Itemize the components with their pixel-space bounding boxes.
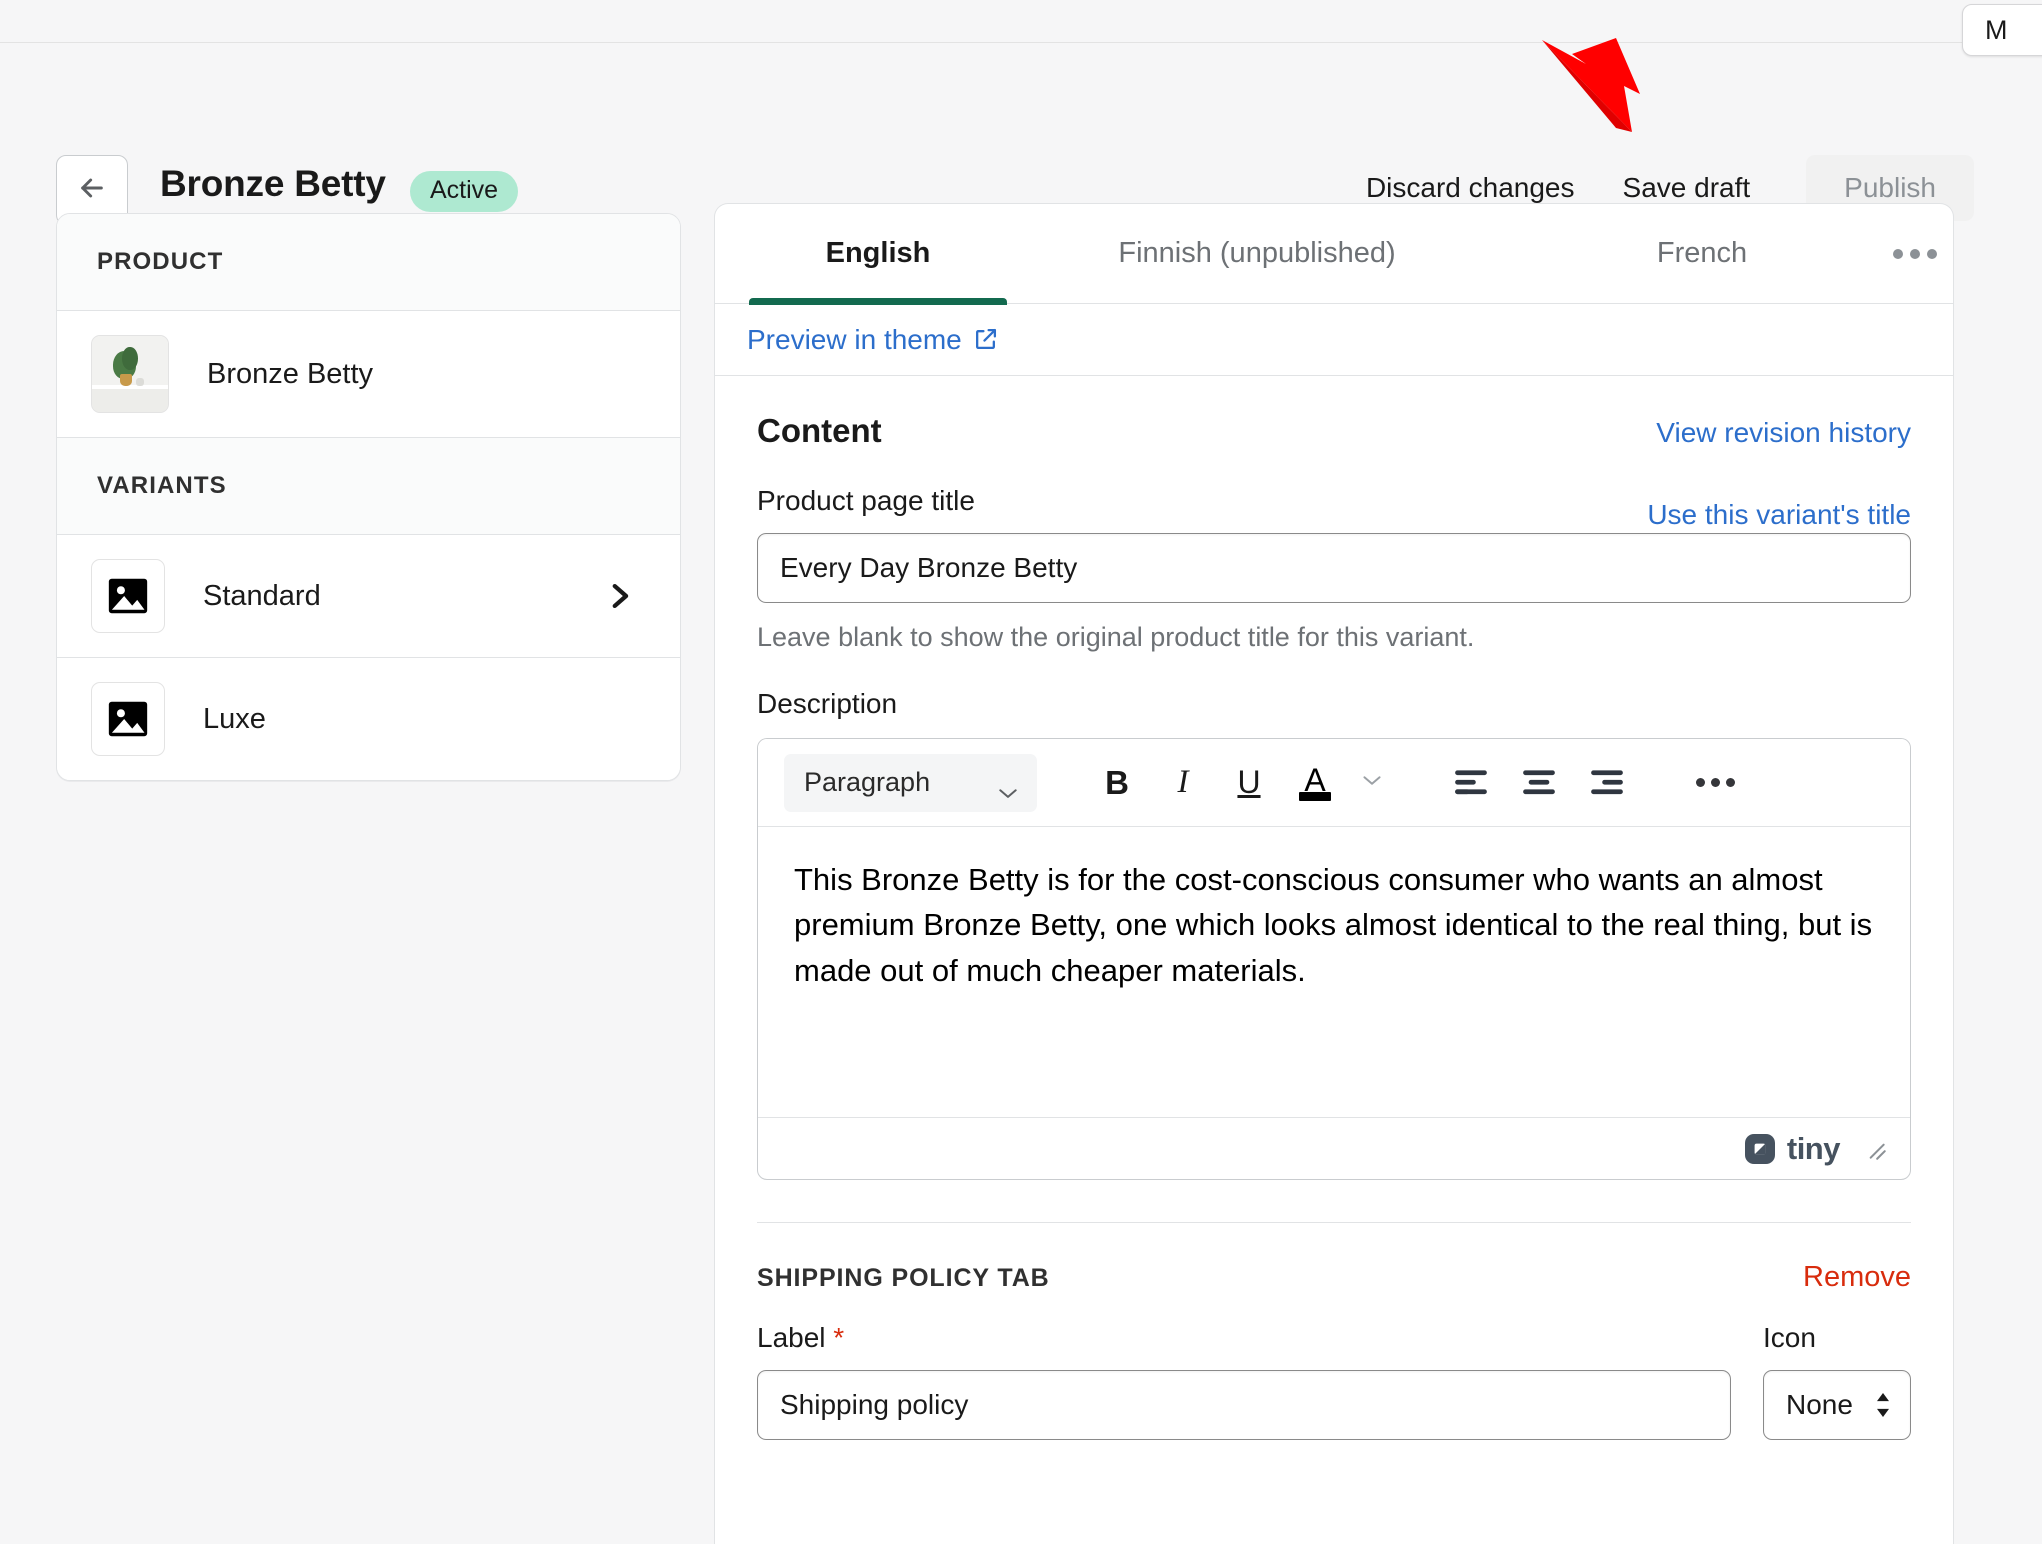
product-sidebar: PRODUCT Bronze Betty VARIANTS Standard L… — [56, 213, 681, 781]
label-field-text: Label — [757, 1322, 826, 1353]
icon-field-group: Icon None — [1763, 1322, 1911, 1440]
tiny-brand[interactable]: tiny — [1742, 1130, 1841, 1167]
bold-button[interactable]: B — [1089, 754, 1145, 812]
tab-english[interactable]: English — [743, 204, 1013, 305]
required-marker: * — [833, 1322, 845, 1353]
content-title: Content — [757, 412, 882, 449]
text-color-dropdown[interactable] — [1353, 754, 1391, 812]
external-link-icon — [973, 327, 998, 352]
tabs-more-button[interactable] — [1893, 204, 1937, 304]
up-down-chevron-icon — [1874, 1390, 1892, 1420]
shipping-policy-kicker: SHIPPING POLICY TAB — [757, 1264, 1050, 1292]
sidebar-item-variant-standard[interactable]: Standard — [57, 535, 680, 658]
icon-field-label: Icon — [1763, 1322, 1816, 1353]
product-title-label-row: Product page title Use this variant's ti… — [757, 450, 1911, 530]
description-body[interactable]: This Bronze Betty is for the cost-consci… — [758, 827, 1910, 1117]
align-left-button[interactable] — [1443, 754, 1499, 812]
text-color-swatch — [1299, 791, 1331, 801]
page-title: Bronze Betty — [160, 163, 386, 204]
editor-resize-handle[interactable] — [1862, 1136, 1888, 1162]
ellipsis-icon — [1693, 778, 1738, 787]
image-placeholder-icon — [91, 682, 165, 756]
main-panel: English Finnish (unpublished) French Pre… — [714, 203, 1954, 1544]
sidebar-section-variants: VARIANTS — [57, 438, 680, 535]
tiny-logo-icon — [1742, 1131, 1778, 1167]
content-header-row: Content View revision history — [757, 412, 1911, 450]
preview-in-theme-link[interactable]: Preview in theme — [747, 324, 998, 356]
image-placeholder-icon — [91, 559, 165, 633]
text-color-glyph: A — [1304, 761, 1326, 798]
align-center-button[interactable] — [1511, 754, 1567, 812]
editor-toolbar: Paragraph B I U A — [758, 739, 1910, 827]
chevron-down-icon — [1361, 774, 1383, 792]
product-page-title-help: Leave blank to show the original product… — [757, 622, 1475, 652]
sidebar-item-label: Luxe — [203, 702, 266, 735]
shipping-policy-fields: Label * Icon None — [757, 1322, 1911, 1440]
description-editor: Paragraph B I U A This Bronze Betty is f… — [757, 738, 1911, 1180]
sidebar-item-product-bronze-betty[interactable]: Bronze Betty — [57, 311, 680, 438]
tab-finnish[interactable]: Finnish (unpublished) — [1057, 204, 1457, 304]
sidebar-item-label: Bronze Betty — [207, 357, 374, 390]
arrow-left-icon — [76, 172, 108, 209]
product-page-title-label: Product page title — [757, 485, 975, 516]
format-select-value: Paragraph — [804, 767, 931, 797]
sidebar-item-variant-luxe[interactable]: Luxe — [57, 658, 680, 780]
underline-button[interactable]: U — [1221, 754, 1277, 812]
chevron-down-icon — [997, 776, 1019, 798]
view-revision-history-link[interactable]: View revision history — [1656, 417, 1911, 449]
editor-more-button[interactable] — [1685, 754, 1745, 812]
shipping-policy-header-row: SHIPPING POLICY TAB Remove — [757, 1261, 1911, 1294]
preview-link-label: Preview in theme — [747, 323, 962, 355]
shipping-label-input[interactable] — [757, 1370, 1731, 1440]
ellipsis-icon — [1893, 248, 1937, 259]
label-field-group: Label * — [757, 1322, 1731, 1440]
text-color-button[interactable]: A — [1287, 754, 1343, 812]
paragraph-format-select[interactable]: Paragraph — [784, 753, 1037, 812]
editor-status-bar: tiny — [758, 1117, 1910, 1179]
app-root: M Bronze Betty Active Discard changes Sa… — [0, 0, 2042, 1544]
product-page-title-input[interactable] — [757, 533, 1911, 603]
page-header: Bronze Betty Active Discard changes Save… — [0, 43, 2042, 225]
preview-bar: Preview in theme — [715, 304, 1953, 376]
italic-button[interactable]: I — [1155, 754, 1211, 812]
tab-french[interactable]: French — [1587, 204, 1817, 304]
top-strip: M — [0, 0, 2042, 56]
icon-select[interactable]: None — [1763, 1370, 1911, 1440]
use-variant-title-link[interactable]: Use this variant's title — [1647, 499, 1911, 531]
remove-shipping-tab-link[interactable]: Remove — [1803, 1261, 1911, 1294]
product-thumbnail — [91, 335, 169, 413]
description-label: Description — [757, 688, 898, 719]
status-badge: Active — [410, 171, 519, 212]
language-tabs: English Finnish (unpublished) French — [715, 204, 1953, 305]
sidebar-item-label: Standard — [203, 579, 321, 612]
alignment-group — [1443, 754, 1635, 812]
label-field-label: Label * — [757, 1322, 1731, 1354]
section-divider — [757, 1222, 1911, 1223]
icon-select-value: None — [1786, 1389, 1853, 1420]
sidebar-section-product: PRODUCT — [57, 214, 680, 311]
chevron-right-icon — [602, 579, 636, 613]
tiny-brand-label: tiny — [1786, 1130, 1841, 1166]
text-style-group: B I U A — [1089, 754, 1391, 812]
content-section: Content View revision history Product pa… — [715, 376, 1953, 1440]
align-right-button[interactable] — [1579, 754, 1635, 812]
